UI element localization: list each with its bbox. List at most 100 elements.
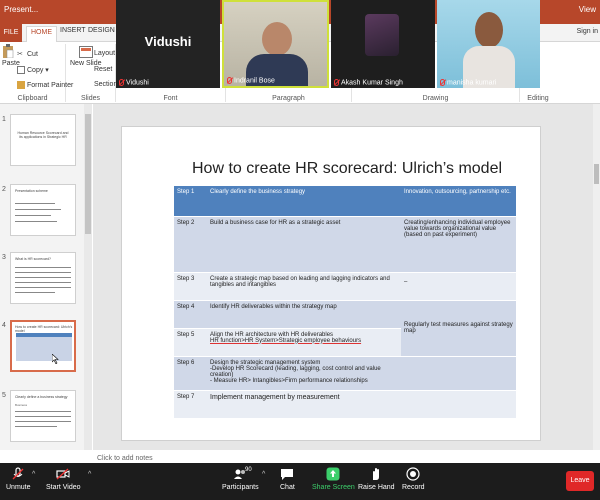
share-screen-icon [326,467,340,481]
font-group-label: Font [163,95,178,102]
hand-icon [373,468,380,480]
notes-placeholder[interactable]: Click to add notes [97,455,153,462]
muted-microphone-icon [12,467,24,480]
table-cell: Creating/enhancing individual employee v… [401,216,516,273]
video-tile-vidushi[interactable]: Vidushi Vidushi [116,0,220,88]
clipboard-group: Paste ✂ Cut Copy ▾ Format Painter Clipboa… [0,44,73,102]
tab-design[interactable]: DESIGN [88,27,115,34]
thumb-subtitle: Business [15,403,28,407]
table-cell: Step 2 [174,216,207,273]
slide-thumbnail-5[interactable]: Clearly define a business strategy Busin… [10,390,76,442]
section-button[interactable]: Section [94,81,117,88]
video-tile-manisha[interactable]: manisha kumari [437,0,540,88]
thumb-table [16,333,72,361]
leave-button[interactable]: Leave [566,471,594,491]
scrollbar-thumb[interactable] [594,164,599,184]
table-cell: Step 6 [174,356,207,391]
slide-number: 4 [2,322,6,329]
slide-number: 2 [2,186,6,193]
table-cell: Build a business case for HR as a strate… [207,216,401,273]
raise-hand-label: Raise Hand [358,484,395,491]
participant-name-large: Vidushi [144,34,192,49]
copy-icon [17,66,25,75]
thumb-title: Clearly define a business strategy [15,395,68,399]
chevron-down-icon: ▾ [45,67,49,74]
tab-file[interactable]: FILE [0,24,22,42]
table-row: Step 4 Identify HR deliverables within t… [174,300,516,357]
tab-home[interactable]: HOME [26,26,57,42]
table-row: Step 1 Clearly define the business strat… [174,186,516,217]
table-cell [401,390,516,419]
table-cell: Step 1 [174,186,207,217]
table-row: Step 2 Build a business case for HR as a… [174,216,516,273]
new-slide-icon [78,46,93,58]
slide-title[interactable]: How to create HR scorecard: Ulrich’s mod… [192,160,502,178]
thumb-title: Human Resource Scorecard and its applicat… [17,131,69,139]
participants-label: Participants [222,484,259,491]
paste-icon [3,44,14,58]
zoom-control-bar: Unmute ^ Start Video ^ Participants 90 ^… [0,463,600,500]
brush-icon [17,81,25,89]
muted-mic-icon [334,78,339,86]
record-label: Record [402,484,425,491]
chevron-up-icon[interactable]: ^ [262,471,265,478]
slide-thumbnail-2[interactable]: Presentation scheme [10,184,76,236]
table-cell: Innovation, outsourcing, partnership etc… [401,186,516,217]
record-icon [406,467,420,481]
participant-label: Vidushi [119,78,149,86]
table-cell: Create a strategic map based on leading … [207,272,401,301]
share-screen-button[interactable]: Share Screen [312,467,355,491]
reset-button[interactable]: Reset [94,66,112,73]
cut-button[interactable]: ✂ Cut [17,50,38,58]
table-cell: Step 4 [174,300,207,329]
table-row: Step 6 Design the strategic management s… [174,356,516,391]
chat-icon [281,469,294,480]
thumb-title: How to create HR scorecard: Ulrich's mod… [15,325,73,333]
drawing-group-label: Drawing [422,95,449,102]
format-painter-button[interactable]: Format Painter [17,81,73,89]
slide-thumbnail-4[interactable]: How to create HR scorecard: Ulrich's mod… [10,320,76,372]
video-tile-indranil[interactable]: Indranil Bose [222,0,329,88]
table-cell [401,356,516,391]
thumb-title: Presentation scheme [15,189,48,193]
slide-thumbnail-pane[interactable]: 1 Human Resource Scorecard and its applic… [0,104,92,450]
slide-thumbnail-1[interactable]: Human Resource Scorecard and its applicat… [10,114,76,166]
video-off-icon [56,468,70,480]
avatar-image [365,14,399,56]
copy-label: Copy [27,67,44,74]
layout-button[interactable]: Layout [94,50,115,57]
slides-group: New Slide Layout Reset Section Slides [66,44,117,102]
table-cell: Regularly test measures against strategy… [401,300,516,357]
scissors-icon: ✂ [17,51,23,58]
table-cell: – [401,272,516,301]
chevron-up-icon[interactable]: ^ [88,471,91,478]
scorecard-table[interactable]: Step 1 Clearly define the business strat… [174,186,516,419]
chat-button[interactable]: Chat [280,467,295,491]
participant-label: Akash Kumar Singh [334,78,403,86]
muted-mic-icon [227,76,232,84]
slide-number: 5 [2,392,6,399]
copy-button[interactable]: Copy ▾ [17,66,49,75]
cut-label: Cut [27,50,38,58]
table-row: Step 7 Implement management by measureme… [174,390,516,419]
slide-number: 3 [2,254,6,261]
raise-hand-button[interactable]: Raise Hand [358,467,395,491]
reset-label: Reset [94,66,113,73]
record-button[interactable]: Record [402,467,425,491]
slide-thumbnail-3[interactable]: What is HR scorecard? [10,252,76,304]
person-figure [475,12,503,48]
thumbnail-scrollbar[interactable] [84,104,92,450]
start-video-button[interactable]: Start Video [46,467,81,491]
unmute-button[interactable]: Unmute [6,467,31,491]
editor-scrollbar[interactable] [593,104,600,450]
chat-label: Chat [280,484,295,491]
tab-insert[interactable]: INSERT [60,27,86,34]
table-cell: Clearly define the business strategy [207,186,401,217]
participants-button[interactable]: Participants [222,467,259,491]
scrollbar-thumb[interactable] [85,114,91,234]
video-tile-akash[interactable]: Akash Kumar Singh [331,0,435,88]
chevron-up-icon[interactable]: ^ [32,471,35,478]
unmute-label: Unmute [6,484,31,491]
participant-label: Indranil Bose [227,76,275,84]
table-cell: Align the HR architecture with HR delive… [207,328,401,357]
